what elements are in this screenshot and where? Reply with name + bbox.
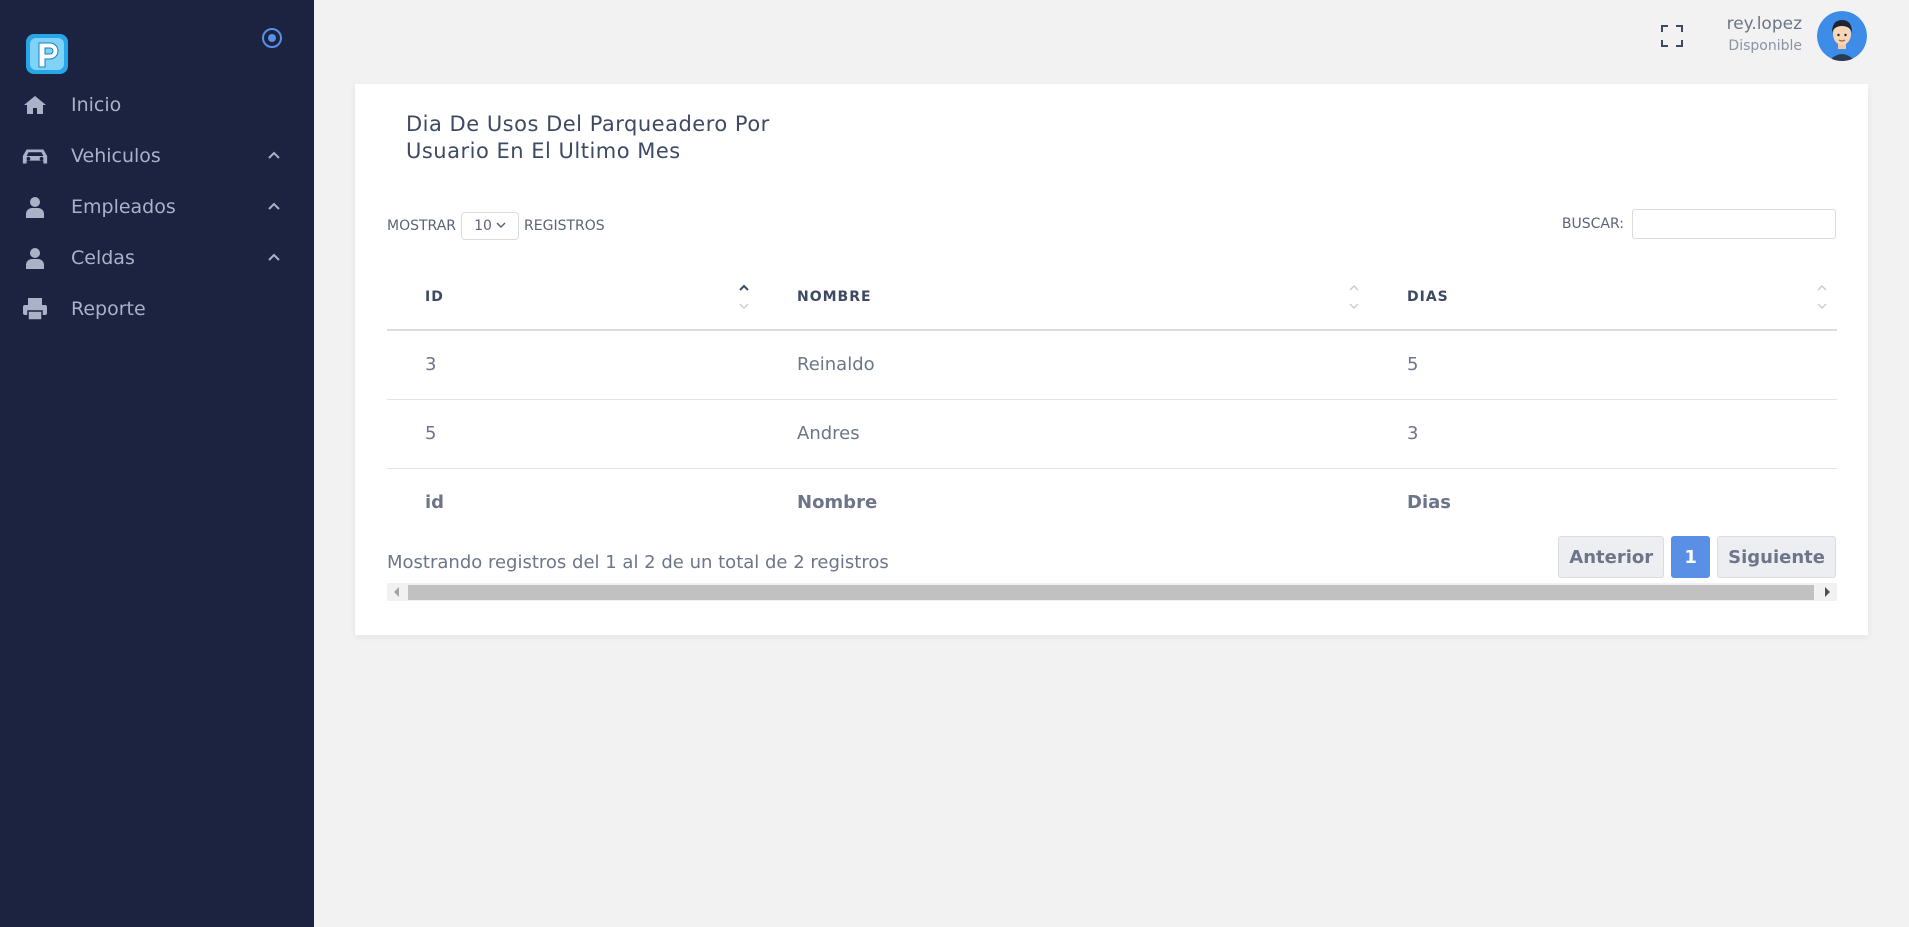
scrollbar-thumb[interactable] <box>408 585 1814 600</box>
sidebar-item-label: Inicio <box>71 94 122 116</box>
table-cell-dias: 5 <box>1369 330 1837 400</box>
sidebar-item-empleados[interactable]: Empleados <box>0 182 314 233</box>
printer-icon <box>21 297 49 321</box>
sidebar-item-reporte[interactable]: Reporte <box>0 284 314 335</box>
page-title: Dia De Usos Del Parqueadero Por Usuario … <box>406 112 770 163</box>
table-header-row: ID NOMBRE DIAS <box>387 264 1837 331</box>
scroll-left-icon[interactable] <box>394 587 399 597</box>
chevron-up-icon <box>265 249 283 267</box>
sidebar-item-celdas[interactable]: Celdas <box>0 233 314 284</box>
length-suffix-label: REGISTROS <box>524 218 605 234</box>
chevron-down-icon <box>496 221 506 232</box>
user-icon <box>21 195 49 219</box>
footer-cell-dias: Dias <box>1407 491 1451 513</box>
column-header-label: DIAS <box>1407 288 1449 305</box>
pagination: Anterior 1 Siguiente <box>1558 536 1836 578</box>
data-table: ID NOMBRE DIAS 3 Reinaldo 5 5 Andres 3 i… <box>387 264 1837 536</box>
table-cell-id: 5 <box>387 399 759 469</box>
user-status: Disponible <box>1728 38 1802 54</box>
fullscreen-icon[interactable] <box>1661 25 1683 47</box>
previous-page-button[interactable]: Anterior <box>1558 536 1665 578</box>
column-header-label: NOMBRE <box>797 288 872 305</box>
page-length-control: MOSTRAR 10 REGISTROS <box>387 212 605 240</box>
parking-logo-icon[interactable] <box>24 32 70 76</box>
table-info-text: Mostrando registros del 1 al 2 de un tot… <box>387 552 889 573</box>
column-header-label: ID <box>425 288 444 305</box>
footer-cell-nombre: Nombre <box>797 491 878 513</box>
search-control: BUSCAR: <box>1562 209 1836 239</box>
scroll-right-icon[interactable] <box>1825 587 1830 597</box>
report-card: Dia De Usos Del Parqueadero Por Usuario … <box>355 84 1868 635</box>
page-length-select[interactable]: 10 <box>461 212 520 240</box>
horizontal-scrollbar[interactable] <box>387 583 1837 601</box>
search-input[interactable] <box>1632 209 1836 239</box>
sidebar: Inicio Vehiculos Empleados Celdas Report… <box>0 0 314 927</box>
sidebar-item-label: Celdas <box>71 247 135 269</box>
chevron-up-icon <box>265 198 283 216</box>
car-icon <box>21 144 49 168</box>
table-cell-id: 3 <box>387 330 759 400</box>
table-cell-nombre: Reinaldo <box>759 330 1369 400</box>
page-1-button[interactable]: 1 <box>1671 536 1711 578</box>
sidebar-item-inicio[interactable]: Inicio <box>0 80 314 131</box>
search-label: BUSCAR: <box>1561 216 1624 232</box>
chevron-up-icon <box>265 147 283 165</box>
page-length-value: 10 <box>474 218 492 234</box>
column-header-id[interactable]: ID <box>387 264 759 331</box>
sidebar-item-label: Empleados <box>71 196 176 218</box>
sort-asc-active-icon <box>737 281 751 313</box>
table-cell-dias: 3 <box>1369 399 1837 469</box>
user-name[interactable]: rey.lopez <box>1727 14 1802 34</box>
column-header-dias[interactable]: DIAS <box>1369 264 1837 331</box>
table-row: 5 Andres 3 <box>387 399 1837 469</box>
sidebar-item-label: Reporte <box>71 298 146 320</box>
sort-icon <box>1815 281 1829 313</box>
user-icon <box>21 246 49 270</box>
footer-cell-id: id <box>425 491 445 513</box>
column-header-nombre[interactable]: NOMBRE <box>759 264 1369 331</box>
next-page-button[interactable]: Siguiente <box>1717 536 1836 578</box>
table-row: 3 Reinaldo 5 <box>387 330 1837 400</box>
table-cell-nombre: Andres <box>759 399 1369 469</box>
length-prefix-label: MOSTRAR <box>387 218 457 234</box>
table-footer-row: id Nombre Dias <box>387 468 1837 536</box>
sidebar-item-label: Vehiculos <box>71 145 161 167</box>
sidebar-item-vehiculos[interactable]: Vehiculos <box>0 131 314 182</box>
sort-icon <box>1347 281 1361 313</box>
home-icon <box>21 93 49 117</box>
avatar[interactable] <box>1817 11 1867 61</box>
sidebar-toggle-icon[interactable] <box>260 26 284 50</box>
